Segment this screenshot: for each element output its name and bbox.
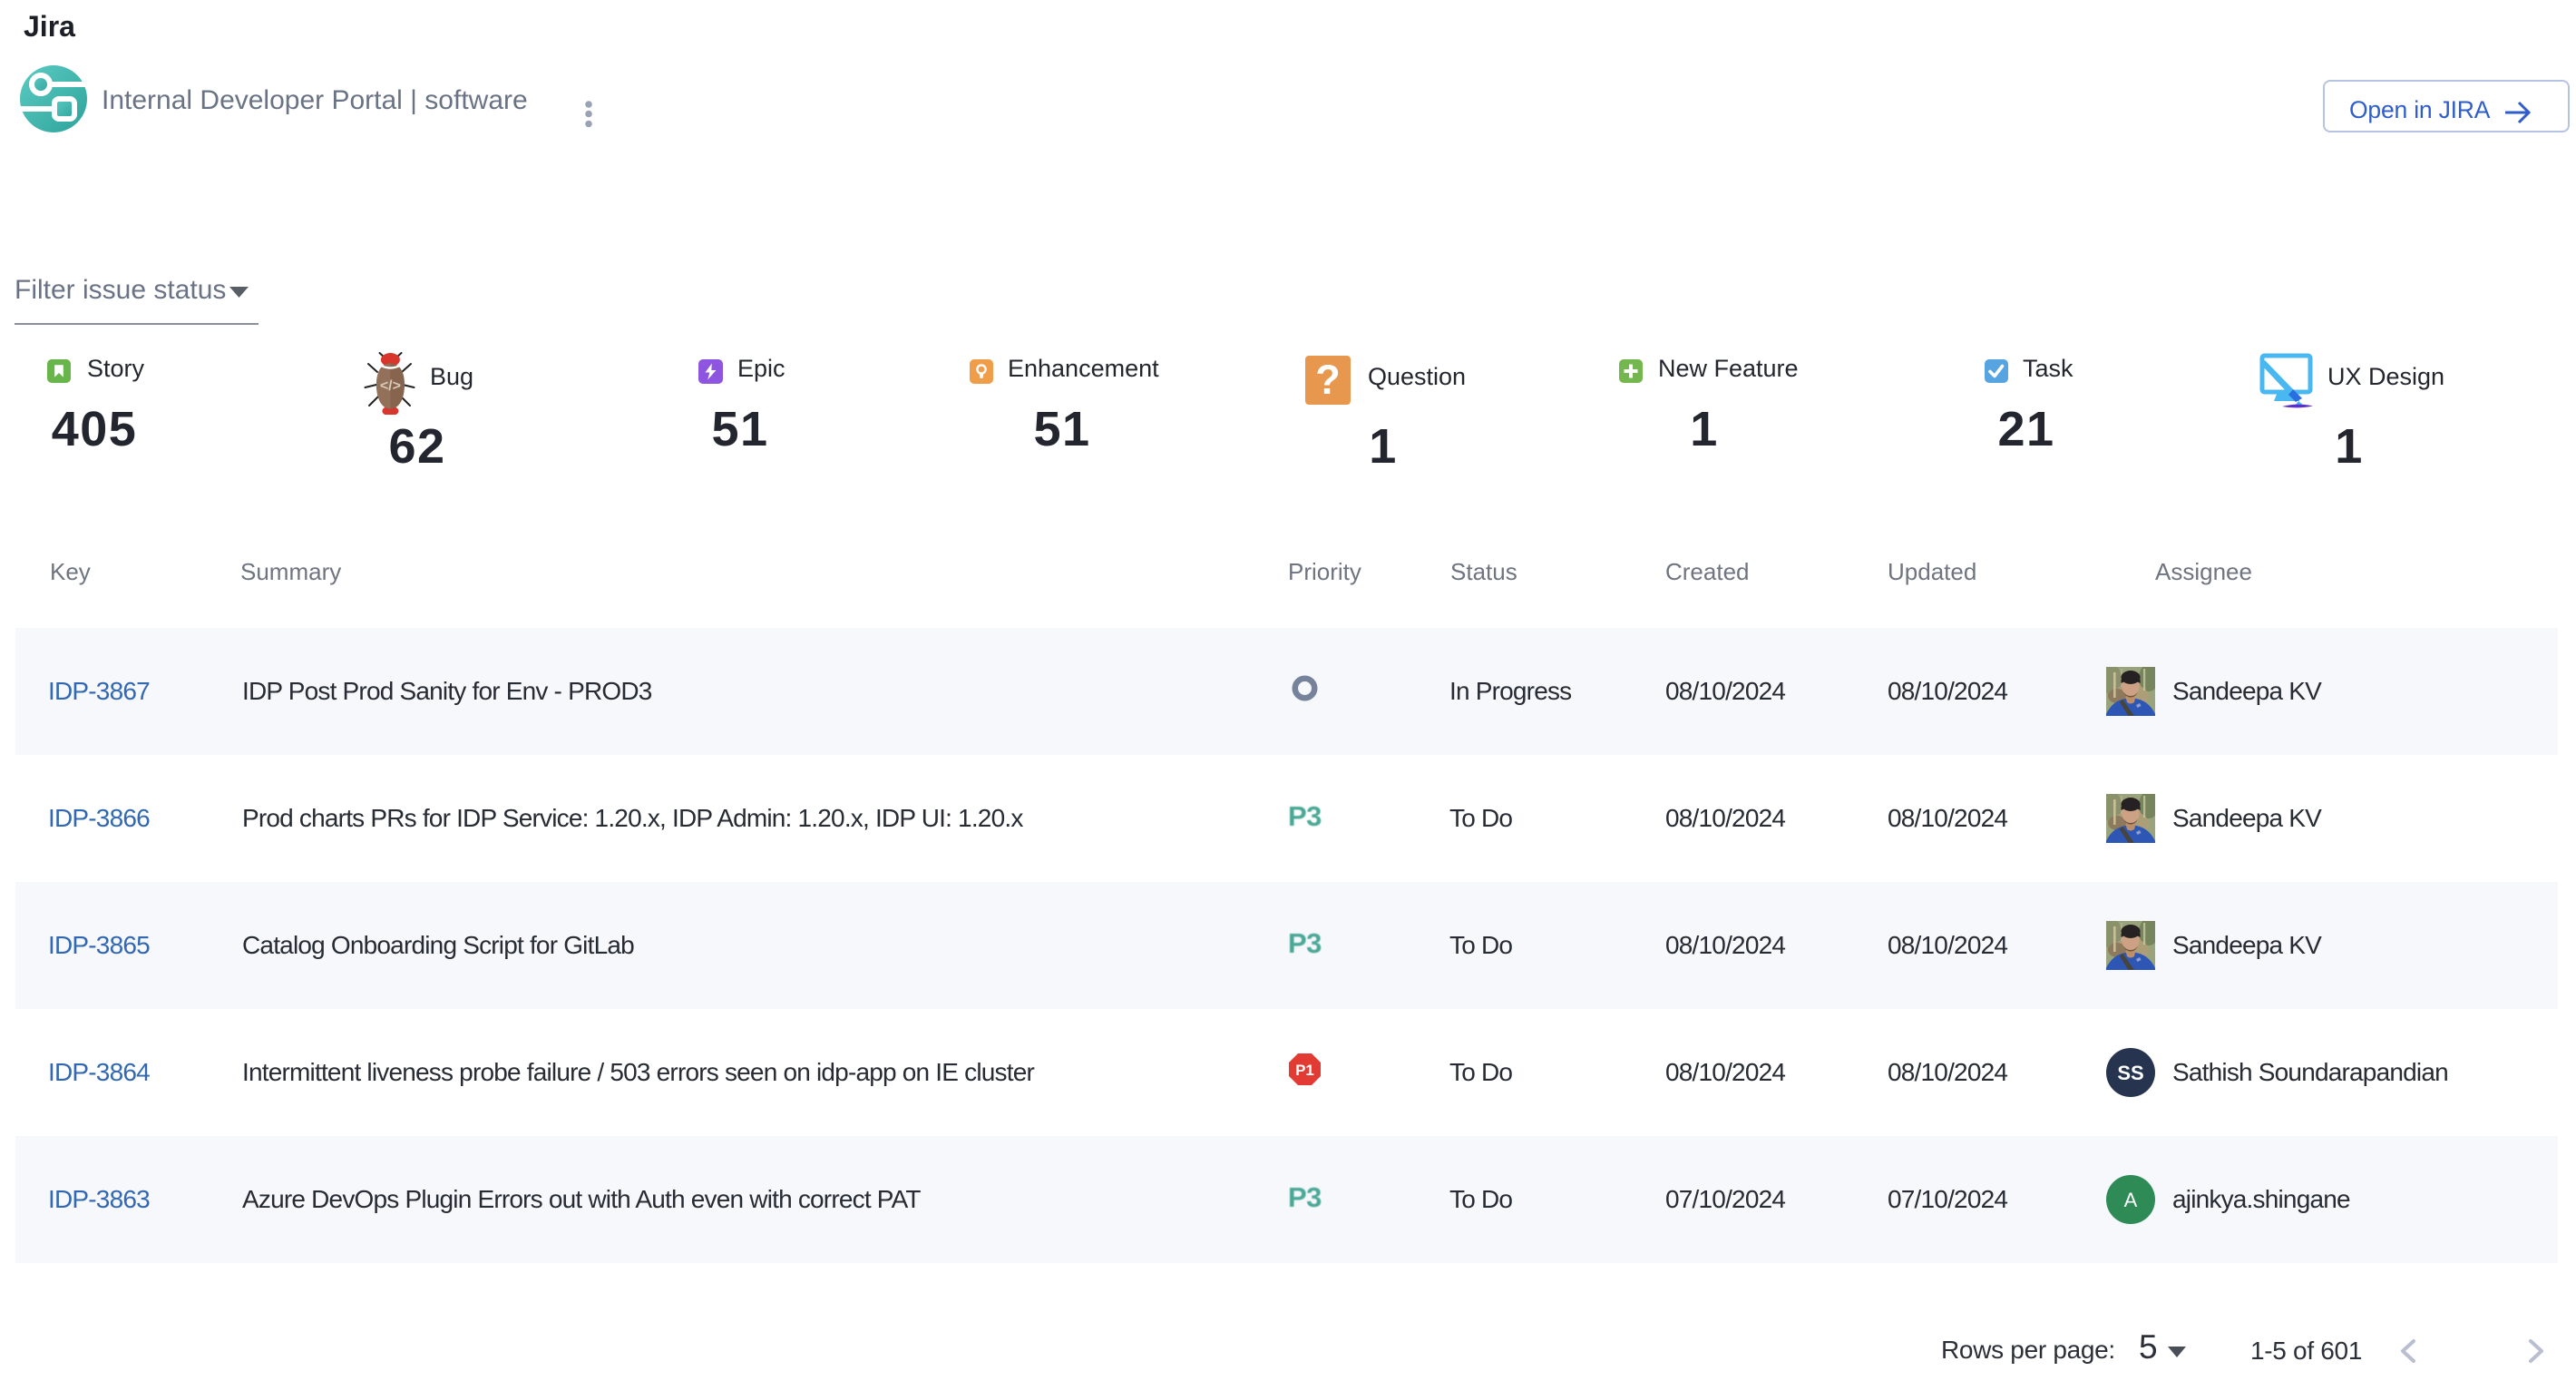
svg-text:P1: P1	[1295, 1062, 1314, 1079]
svg-text:SS: SS	[2117, 1062, 2143, 1084]
svg-text:</>: </>	[380, 378, 401, 394]
svg-text:?: ?	[1315, 357, 1341, 403]
svg-text:A: A	[2124, 1189, 2138, 1211]
